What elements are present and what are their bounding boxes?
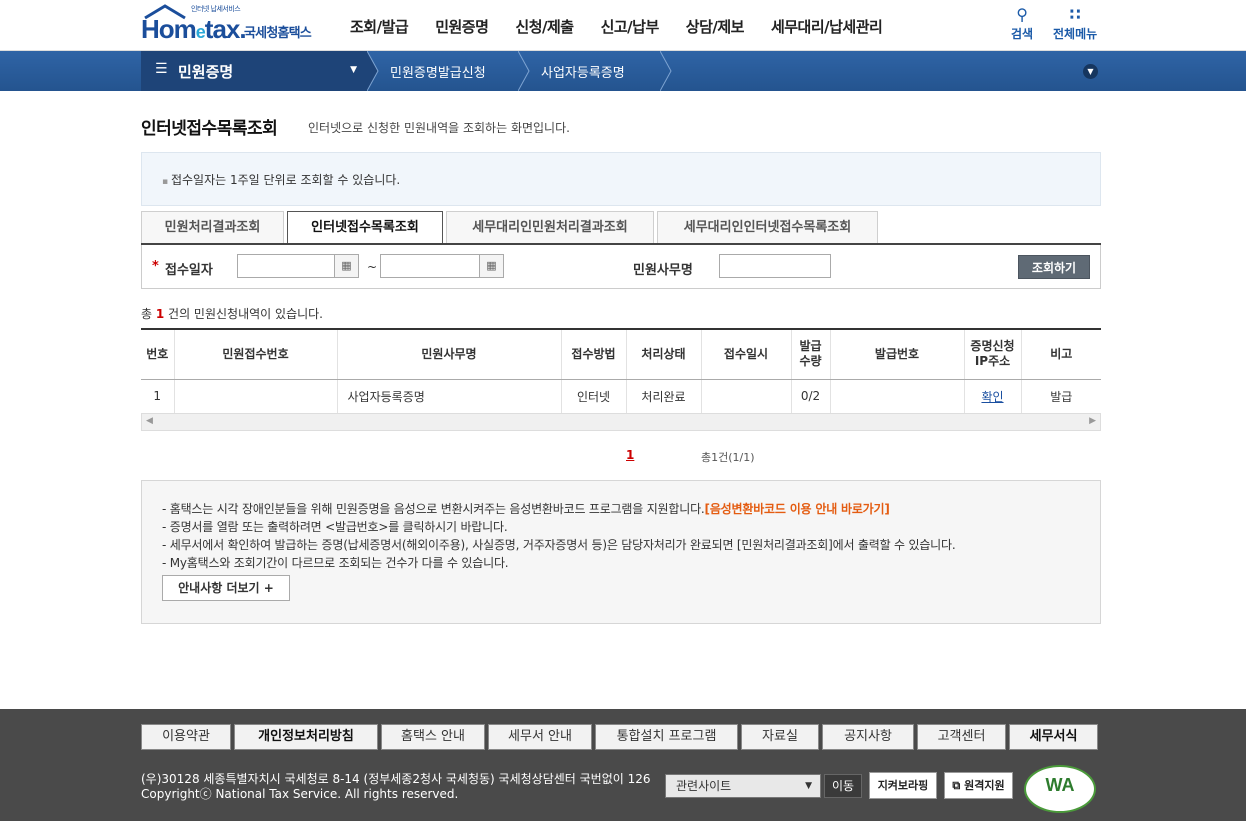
cell-ip: 확인 [963, 379, 1021, 414]
col-header-receipt-no: 민원접수번호 [173, 328, 337, 380]
horizontal-scrollbar[interactable]: ◀ ▶ [141, 413, 1101, 431]
search-button[interactable]: ⚲ 검색 [1011, 5, 1033, 42]
breadcrumb-separator [367, 51, 379, 91]
date-from-input[interactable] [237, 254, 335, 278]
gnb-item-agent[interactable]: 세무대리/납세관리 [771, 16, 883, 37]
office-name-label: 민원사무명 [633, 263, 693, 278]
col-header-method: 접수방법 [560, 328, 626, 380]
hometax-logo[interactable]: 인터넷 납세서비스 Hometax. 국세청홈택스 [141, 4, 326, 48]
tab-internet-receipt[interactable]: 인터넷접수목록조회 [287, 211, 443, 244]
col-header-no: 번호 [141, 328, 174, 380]
hamburger-icon: ☰ [155, 61, 168, 77]
logo-subtext: 인터넷 납세서비스 [191, 5, 241, 13]
col-header-issue-qty: 발급 수량 [790, 328, 830, 380]
guide-more-button[interactable]: 안내사항 더보기 + [162, 575, 290, 601]
guide-line-3: - 세무서에서 확인하여 발급하는 증명(납세증명서(해외이주용), 사실증명,… [162, 538, 956, 552]
col-header-ip: 증명신청 IP주소 [963, 328, 1021, 380]
breadcrumb-business-cert[interactable]: 사업자등록증명 [541, 62, 625, 81]
notice-text: 접수일자는 1주일 단위로 조회할 수 있습니다. [162, 171, 400, 188]
tab-agent-receipt[interactable]: 세무대리인인터넷접수목록조회 [657, 211, 878, 243]
footer-link-notice[interactable]: 공지사항 [822, 724, 914, 750]
voice-barcode-link[interactable]: [음성변환바코드 이용 안내 바로가기] [705, 502, 890, 516]
col-header-office-name: 민원사무명 [336, 328, 561, 380]
notice-box: 접수일자는 1주일 단위로 조회할 수 있습니다. [141, 152, 1101, 206]
page-description: 인터넷으로 신청한 민원내역을 조회하는 화면입니다. [308, 121, 570, 135]
page-info: 총1건(1/1) [701, 451, 755, 464]
gnb-item-report[interactable]: 신고/납부 [601, 16, 660, 37]
calendar-icon[interactable]: ▦ [335, 254, 359, 278]
col-header-remarks: 비고 [1020, 328, 1101, 380]
page-number-current[interactable]: 1 [626, 448, 634, 462]
date-to-input[interactable] [380, 254, 480, 278]
col-header-status: 처리상태 [625, 328, 701, 380]
guide-box: - 홈택스는 시각 장애인분들을 위해 민원증명을 음성으로 변환시켜주는 음성… [141, 480, 1101, 624]
location-menu-dropdown[interactable]: ☰ 민원증명 ▼ [141, 51, 367, 91]
triangle-down-icon: ▼ [805, 781, 812, 791]
guide-line-4: - My홈택스와 조회기간이 다르므로 조회되는 건수가 다를 수 있습니다. [162, 556, 509, 570]
chevron-down-icon[interactable]: ▼ [1083, 64, 1098, 79]
footer-link-archive[interactable]: 자료실 [741, 724, 819, 750]
gnb-item-certificate[interactable]: 민원증명 [435, 16, 489, 37]
grid-icon: ∷ [1069, 5, 1081, 24]
tab-result-inquiry[interactable]: 민원처리결과조회 [141, 211, 284, 243]
footer-link-office-guide[interactable]: 세무서 안내 [488, 724, 592, 750]
gnb-item-consult[interactable]: 상담/제보 [686, 16, 745, 37]
date-range-tilde: ~ [367, 260, 378, 274]
logo-korean-name: 국세청홈택스 [244, 26, 312, 41]
remote-icon: ⧉ [952, 779, 965, 792]
breadcrumb-apply-cert[interactable]: 민원증명발급신청 [390, 62, 486, 81]
footer-link-customer[interactable]: 고객센터 [917, 724, 1006, 750]
footer: 이용약관 개인정보처리방침 홈택스 안내 세무서 안내 통합설치 프로그램 자료… [0, 709, 1246, 821]
footer-link-terms[interactable]: 이용약관 [141, 724, 231, 750]
footer-link-privacy[interactable]: 개인정보처리방침 [234, 724, 378, 750]
cell-no: 1 [141, 379, 174, 414]
cell-issue-qty: 0/2 [790, 379, 830, 414]
col-header-received-at: 접수일시 [700, 328, 791, 380]
search-form: * 접수일자 ▦ ~ ▦ 민원사무명 조회하기 [141, 245, 1101, 289]
col-header-issue-no: 발급번호 [829, 328, 964, 380]
page-title: 인터넷접수목록조회 [141, 119, 278, 139]
footer-link-tax-forms[interactable]: 세무서식 [1009, 724, 1098, 750]
ip-confirm-link[interactable]: 확인 [981, 390, 1003, 404]
cell-received-at [700, 379, 791, 414]
top-header: 인터넷 납세서비스 Hometax. 국세청홈택스 조회/발급 민원증명 신청/… [0, 0, 1246, 51]
logo-text: Hometax. [141, 14, 247, 44]
cell-remarks: 발급 [1020, 379, 1101, 414]
gnb-item-apply[interactable]: 신청/제출 [515, 16, 574, 37]
calendar-icon[interactable]: ▦ [480, 254, 504, 278]
triangle-down-icon: ▼ [350, 65, 357, 75]
breadcrumb-separator [518, 51, 530, 91]
receipt-list-table: 번호 민원접수번호 민원사무명 접수방법 처리상태 접수일시 발급 수량 발급번… [141, 328, 1101, 414]
date-label: 접수일자 [165, 263, 213, 278]
location-bar: ☰ 민원증명 ▼ 민원증명발급신청 사업자등록증명 ▼ [0, 51, 1246, 91]
office-name-input[interactable] [719, 254, 831, 278]
cell-issue-no[interactable] [829, 379, 964, 414]
table-row: 1 사업자등록증명 인터넷 처리완료 0/2 확인 발급 [141, 379, 1101, 414]
web-accessibility-mark: WA [1024, 765, 1096, 813]
global-nav: 조회/발급 민원증명 신청/제출 신고/납부 상담/제보 세무대리/납세관리 [350, 16, 909, 37]
search-icon: ⚲ [1016, 5, 1028, 24]
breadcrumb-separator [660, 51, 672, 91]
footer-banner-1[interactable]: 지켜보라핑 [869, 772, 937, 799]
all-menu-button[interactable]: ∷ 전체메뉴 [1053, 5, 1097, 42]
footer-address: (우)30128 세종특별자치시 국세청로 8-14 (정부세종2청사 국세청동… [141, 772, 651, 801]
guide-line-2: - 증명서를 열람 또는 출력하려면 <발급번호>를 클릭하시기 바랍니다. [162, 520, 508, 534]
result-count: 총 1 건의 민원신청내역이 있습니다. [141, 307, 323, 321]
required-mark: * [152, 259, 159, 274]
scroll-left-icon[interactable]: ◀ [146, 416, 153, 426]
guide-line-1: - 홈택스는 시각 장애인분들을 위해 민원증명을 음성으로 변환시켜주는 음성… [162, 502, 890, 516]
cell-method: 인터넷 [560, 379, 626, 414]
cell-office-name: 사업자등록증명 [336, 379, 561, 414]
tab-agent-result[interactable]: 세무대리인민원처리결과조회 [446, 211, 654, 243]
gnb-item-inquiry[interactable]: 조회/발급 [350, 16, 409, 37]
remote-support-button[interactable]: ⧉ 원격지원 [944, 772, 1013, 799]
footer-link-install[interactable]: 통합설치 프로그램 [595, 724, 738, 750]
related-go-button[interactable]: 이동 [824, 774, 862, 798]
related-sites-select[interactable]: 관련사이트 ▼ [665, 774, 821, 798]
footer-link-hometax-guide[interactable]: 홈택스 안내 [381, 724, 485, 750]
search-submit-button[interactable]: 조회하기 [1018, 255, 1090, 279]
cell-status: 처리완료 [625, 379, 701, 414]
scroll-right-icon[interactable]: ▶ [1089, 416, 1096, 426]
cell-receipt-no [173, 379, 337, 414]
